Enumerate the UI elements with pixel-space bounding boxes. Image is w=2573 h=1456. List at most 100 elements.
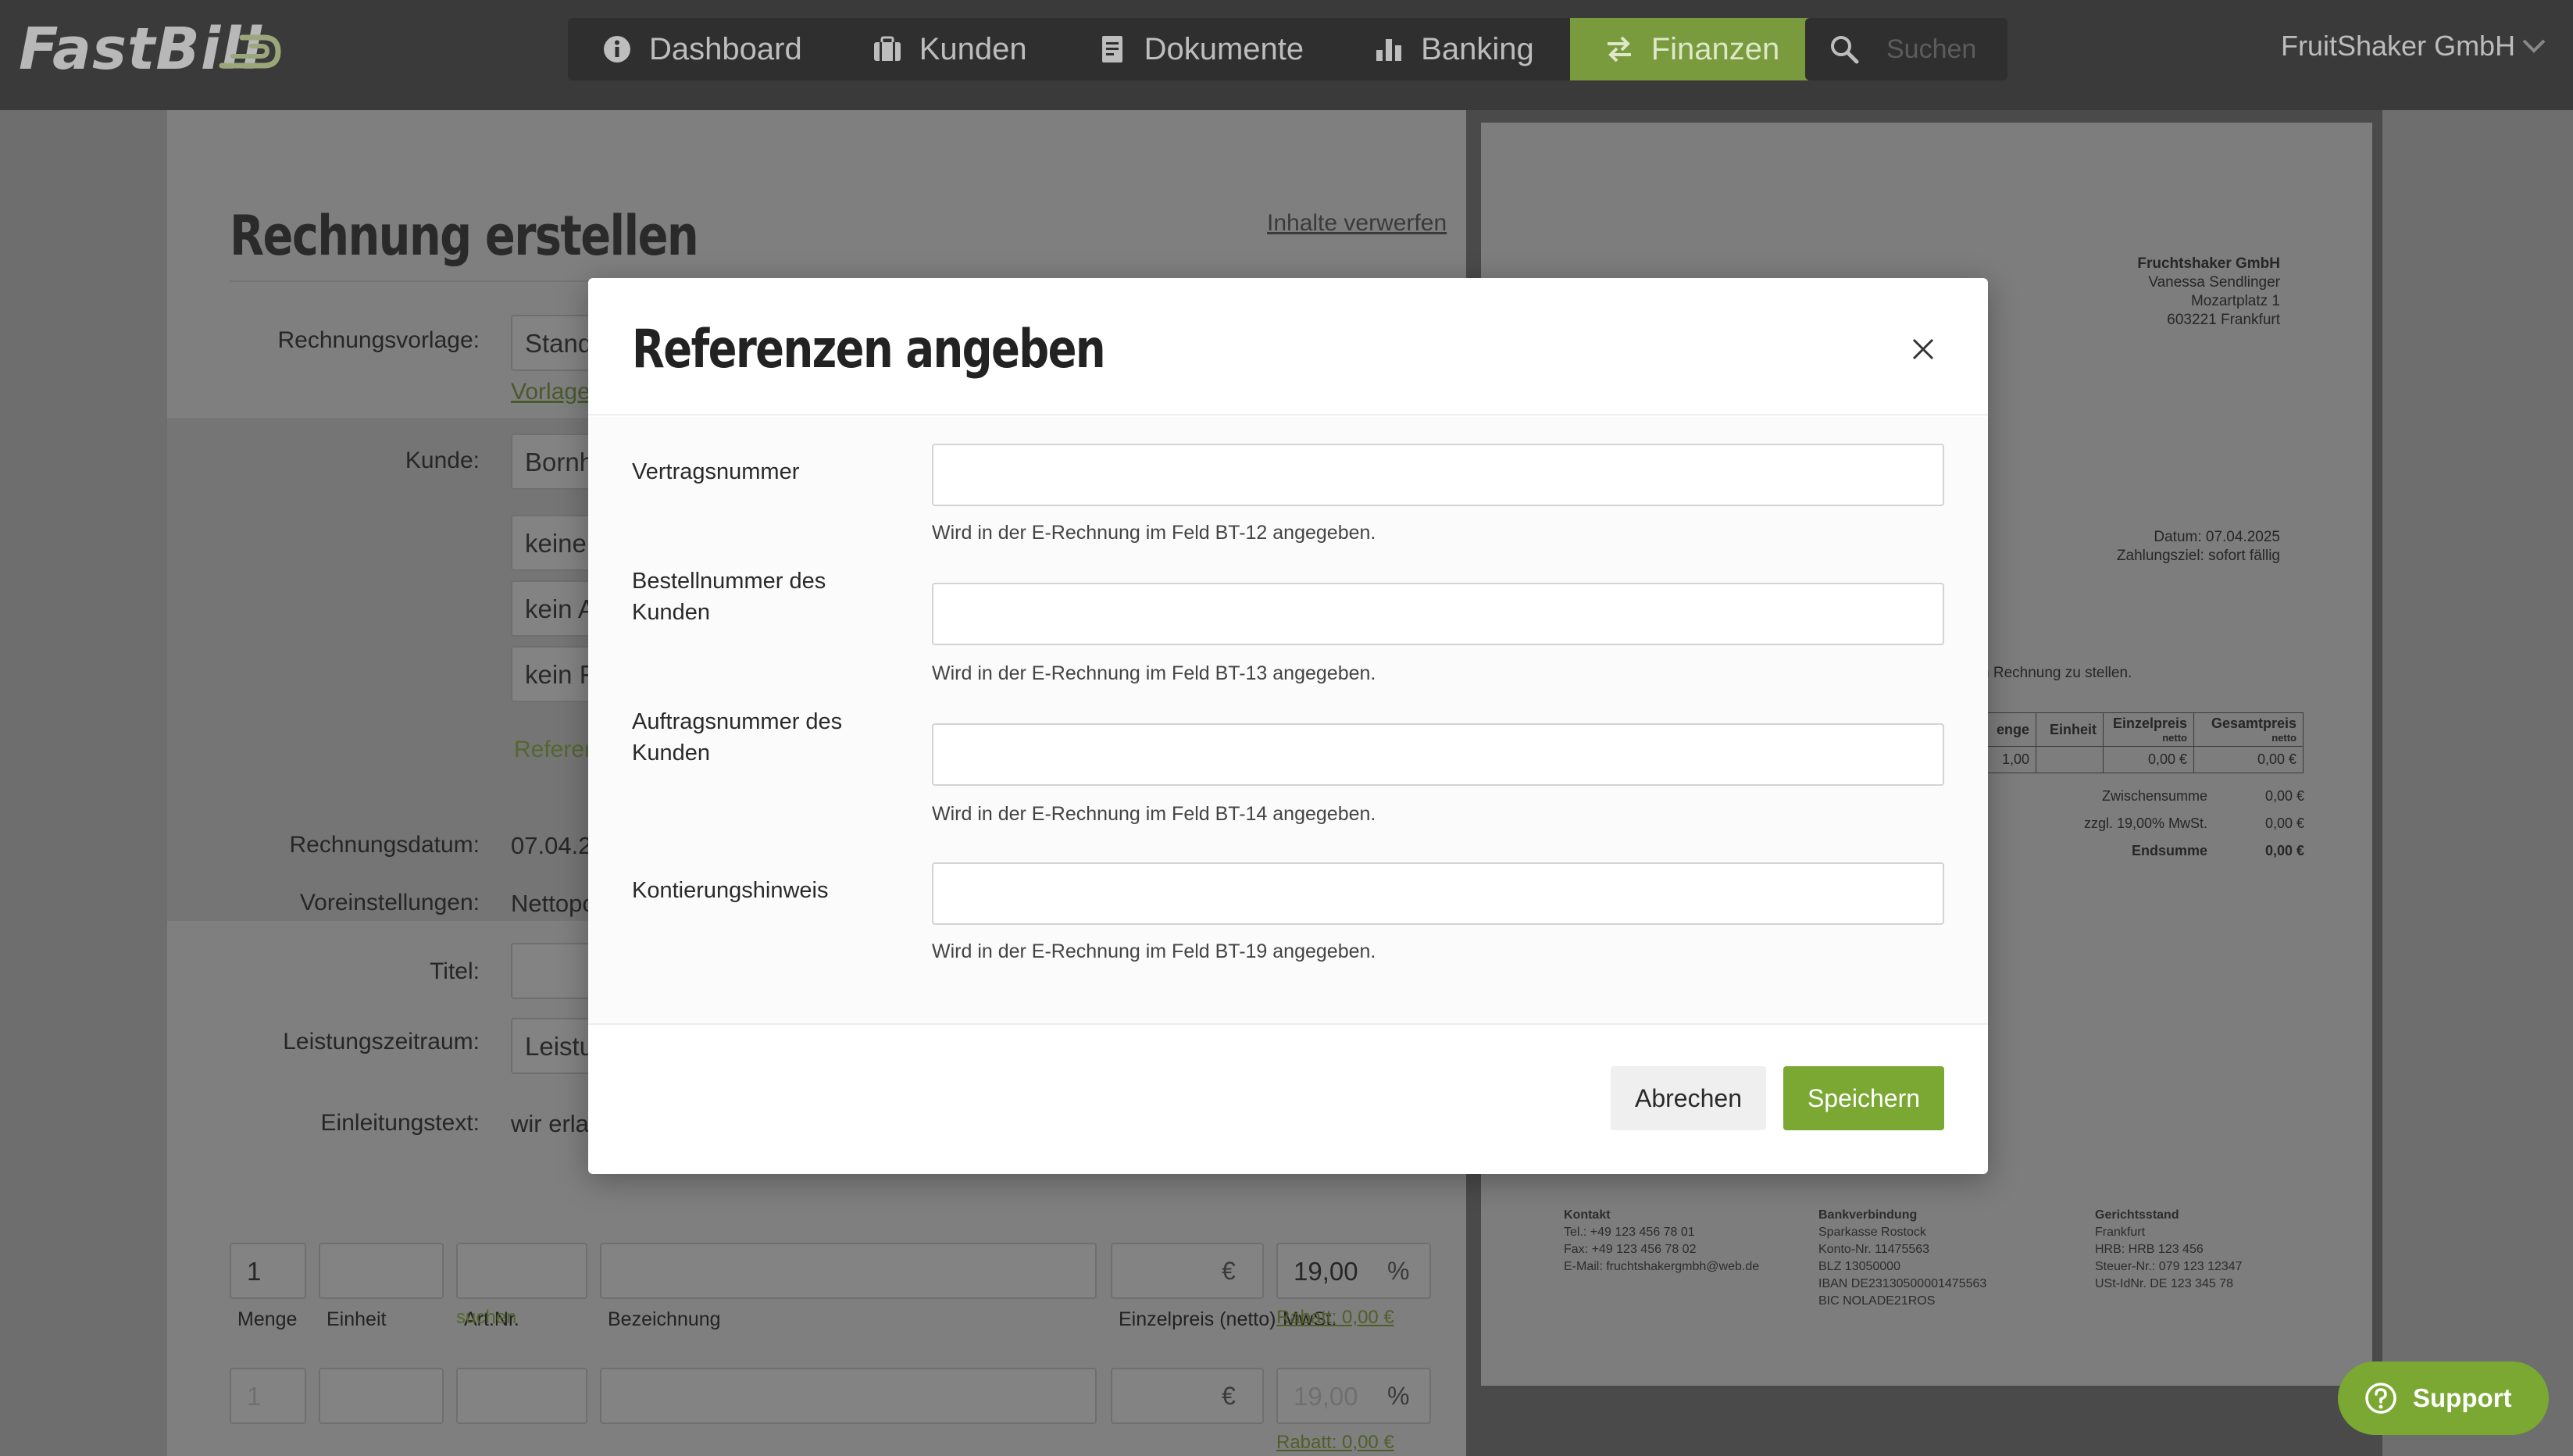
nav-dokumente-label: Dokumente	[1144, 31, 1304, 66]
nav-dashboard-label: Dashboard	[649, 31, 802, 66]
main-navigation: Dashboard Kunden Dokumente Banking Finan…	[568, 18, 1816, 80]
row2-qty-input[interactable]: 1	[230, 1368, 306, 1424]
preview-row-total: 0,00 €	[2193, 746, 2304, 773]
nav-dashboard[interactable]: Dashboard	[568, 18, 838, 80]
references-modal: Referenzen angeben Vertragsnummer Wird i…	[588, 278, 1988, 1174]
row2-price-input[interactable]	[1111, 1368, 1264, 1424]
row1-search-link[interactable]: suchen	[456, 1307, 516, 1329]
row1-price-input[interactable]	[1111, 1243, 1264, 1299]
row2-percent-suffix: %	[1387, 1382, 1410, 1410]
total-value: 0,00 €	[2264, 843, 2304, 858]
column-description: Bezeichnung	[608, 1308, 721, 1330]
customer-label: Kunde:	[405, 448, 480, 473]
presets-value[interactable]: Nettopo	[511, 890, 596, 918]
footer-contact: Kontakt Tel.: +49 123 456 78 01 Fax: +49…	[1564, 1208, 1760, 1273]
subtotal-value: 0,00 €	[2264, 788, 2304, 804]
preview-items-table: enge Einheit Einzelpreis netto Gesamtprei…	[1981, 712, 2304, 773]
contract-number-label: Vertragsnummer	[632, 459, 800, 484]
invoice-due-line: Zahlungsziel: sofort fällig	[2116, 548, 2280, 564]
preview-col-unit-price: Einzelpreis netto	[2103, 712, 2194, 747]
row2-discount-link[interactable]: Rabatt: 0,00 €	[1276, 1432, 1394, 1454]
row1-discount-link[interactable]: Rabatt: 0,00 €	[1276, 1307, 1394, 1329]
accounting-note-label: Kontierungshinweis	[632, 878, 829, 903]
references-link[interactable]: Referen	[514, 737, 598, 763]
preview-row-unit-price: 0,00 €	[2103, 746, 2194, 773]
template-link[interactable]: Vorlage	[511, 379, 591, 405]
cancel-button[interactable]: Abrechen	[1611, 1066, 1766, 1130]
preview-row-qty: 1,00	[1981, 746, 2036, 773]
invoice-date-line: Datum: 07.04.2025	[2154, 529, 2280, 545]
template-label: Rechnungsvorlage:	[277, 327, 480, 353]
presets-label: Voreinstellungen:	[299, 890, 480, 915]
customer-job-number-hint: Wird in der E-Rechnung im Feld BT-14 ang…	[932, 803, 1376, 825]
column-qty: Menge	[237, 1308, 298, 1330]
modal-footer	[588, 1023, 1988, 1174]
nav-banking-label: Banking	[1421, 31, 1534, 66]
accounting-note-input[interactable]	[932, 862, 1944, 925]
title-label: Titel:	[430, 958, 480, 984]
nav-finanzen[interactable]: Finanzen	[1569, 18, 1816, 80]
nav-banking[interactable]: Banking	[1340, 18, 1570, 80]
sender-street: Mozartplatz 1	[2190, 293, 2280, 309]
row2-unit-input[interactable]	[319, 1368, 444, 1424]
save-button[interactable]: Speichern	[1783, 1066, 1944, 1130]
customer-order-number-input[interactable]	[932, 583, 1944, 645]
preview-col-total-price: Gesamtpreis netto	[2193, 712, 2304, 747]
sender-city: 603221 Frankfurt	[2167, 312, 2280, 328]
preview-col-qty: enge	[1981, 712, 2036, 747]
footer-bank: Bankverbindung Sparkasse Rostock Konto-N…	[1818, 1208, 1987, 1308]
contract-number-hint: Wird in der E-Rechnung im Feld BT-12 ang…	[932, 522, 1376, 544]
row1-unit-input[interactable]	[319, 1243, 444, 1299]
page-title: Rechnung erstellen	[230, 204, 699, 268]
customer-job-number-input[interactable]	[932, 723, 1944, 786]
global-search	[1805, 18, 2007, 80]
sender-name: Fruchtshaker GmbH	[2137, 255, 2280, 272]
sender-contact: Vanessa Sendlinger	[2148, 274, 2280, 291]
modal-header: Referenzen angeben	[588, 278, 1988, 416]
support-button[interactable]: Support	[2338, 1361, 2549, 1435]
close-icon[interactable]	[1905, 331, 1941, 367]
row1-qty-input[interactable]: 1	[230, 1243, 306, 1299]
accounting-note-hint: Wird in der E-Rechnung im Feld BT-19 ang…	[932, 940, 1376, 962]
row2-currency-suffix: €	[1222, 1382, 1236, 1410]
nav-kunden[interactable]: Kunden	[838, 18, 1063, 80]
period-label: Leistungszeitraum:	[283, 1029, 480, 1055]
briefcase-icon	[873, 36, 901, 61]
contract-number-input[interactable]	[932, 444, 1944, 506]
bar-chart-icon	[1376, 39, 1402, 61]
subtotal-label: Zwischensumme	[2101, 788, 2207, 804]
row2-art-input[interactable]	[456, 1368, 587, 1424]
vat-value: 0,00 €	[2264, 815, 2304, 831]
discard-content-link[interactable]: Inhalte verwerfen	[1267, 210, 1447, 237]
transfer-arrows-icon	[1607, 36, 1631, 62]
preview-row-unit	[2036, 746, 2104, 773]
customer-job-number-label: Auftragsnummer des Kunden	[632, 709, 843, 765]
document-icon	[1101, 36, 1122, 62]
nav-kunden-label: Kunden	[919, 31, 1027, 66]
search-input[interactable]	[1886, 34, 2004, 65]
column-unit-price: Einzelpreis (netto)	[1119, 1308, 1276, 1330]
logo-wave-icon	[219, 34, 281, 69]
row1-description-input[interactable]	[600, 1243, 1097, 1299]
info-icon	[604, 36, 630, 62]
help-question-icon	[2365, 1383, 2396, 1414]
intro-fragment: n Rechnung zu stellen.	[1981, 665, 2132, 681]
customer-order-number-hint: Wird in der E-Rechnung im Feld BT-13 ang…	[932, 662, 1376, 684]
row1-art-input[interactable]	[456, 1243, 587, 1299]
total-label: Endsumme	[2131, 843, 2207, 858]
row1-currency-suffix: €	[1222, 1257, 1236, 1285]
column-unit: Einheit	[327, 1308, 387, 1330]
modal-title: Referenzen angeben	[632, 319, 1106, 380]
nav-dokumente[interactable]: Dokumente	[1063, 18, 1340, 80]
top-navigation-bar: FastBill Dashboard Kunden Dokumente Bank…	[0, 0, 2573, 110]
vat-label: zzgl. 19,00% MwSt.	[2083, 815, 2207, 831]
footer-court: Gerichtsstand Frankfurt HRB: HRB 123 456…	[2095, 1208, 2243, 1290]
nav-finanzen-label: Finanzen	[1651, 31, 1780, 66]
company-switcher[interactable]: FruitShaker GmbH	[2281, 30, 2515, 62]
row2-description-input[interactable]	[600, 1368, 1097, 1424]
support-label: Support	[2413, 1383, 2512, 1412]
chevron-down-icon[interactable]	[2521, 37, 2546, 55]
preview-col-unit: Einheit	[2036, 712, 2104, 747]
search-icon	[1831, 36, 1859, 64]
intro-text-label: Einleitungstext:	[320, 1110, 480, 1136]
